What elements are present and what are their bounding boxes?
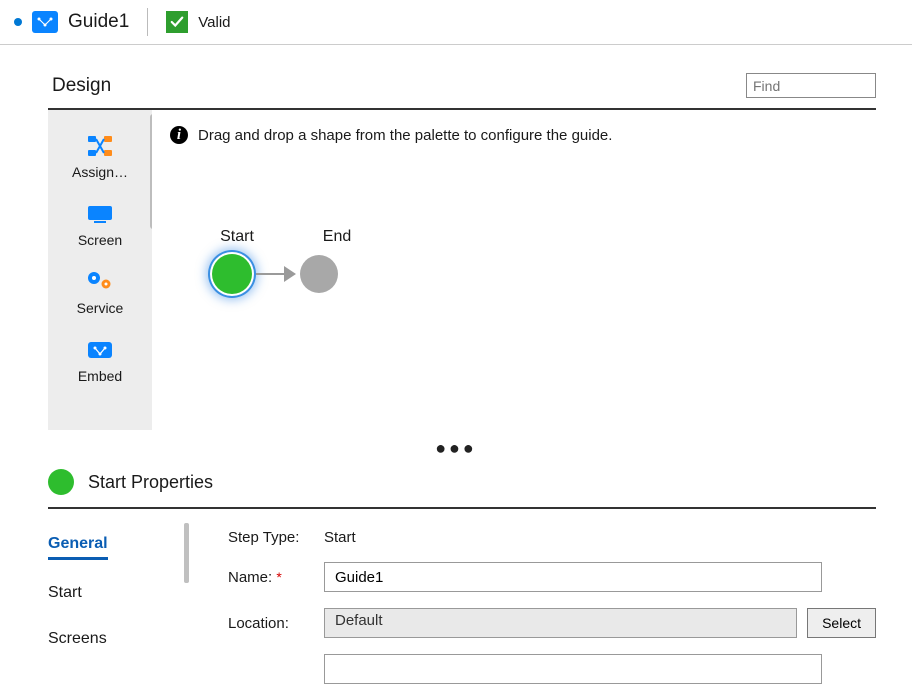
tab-screens[interactable]: Screens <box>48 630 188 652</box>
design-canvas[interactable]: i Drag and drop a shape from the palette… <box>152 110 876 430</box>
tab-start[interactable]: Start <box>48 584 188 606</box>
select-location-button[interactable]: Select <box>807 608 876 638</box>
palette-item-service[interactable]: Service <box>48 258 152 326</box>
flow-diagram: Start End <box>212 228 362 294</box>
palette-label: Assign… <box>72 164 128 180</box>
design-panel: Design Assign… <box>28 73 896 430</box>
header: Guide1 Valid <box>0 0 912 45</box>
start-node[interactable] <box>212 254 252 294</box>
step-type-label: Step Type: <box>228 529 314 546</box>
assign-icon <box>85 134 115 158</box>
valid-check-icon <box>166 11 188 33</box>
palette-label: Embed <box>78 368 122 384</box>
design-title: Design <box>48 75 111 97</box>
page-title: Guide1 <box>68 11 129 33</box>
location-display: Default <box>324 608 797 638</box>
unsaved-indicator-dot <box>14 18 22 26</box>
tabs-scrollbar[interactable] <box>184 523 189 583</box>
properties-tabs: General Start Screens <box>48 523 188 684</box>
tab-general[interactable]: General <box>48 535 108 560</box>
palette-item-assign[interactable]: Assign… <box>48 122 152 190</box>
service-icon <box>85 270 115 294</box>
name-label: Name: * <box>228 569 314 586</box>
info-icon: i <box>170 126 188 144</box>
location-label: Location: <box>228 615 314 632</box>
properties-panel: Start Properties General Start Screens S… <box>28 463 896 684</box>
palette: Assign… Screen Service <box>48 110 152 430</box>
palette-item-screen[interactable]: Screen <box>48 190 152 258</box>
embed-icon <box>85 338 115 362</box>
end-label: End <box>312 228 362 246</box>
guide-icon <box>32 11 58 33</box>
end-node[interactable] <box>300 255 338 293</box>
panel-drag-handle[interactable]: ●●● <box>0 434 912 463</box>
find-input[interactable] <box>746 73 876 98</box>
properties-title: Start Properties <box>88 472 213 493</box>
divider <box>147 8 148 36</box>
valid-label: Valid <box>198 14 230 31</box>
canvas-hint: Drag and drop a shape from the palette t… <box>198 127 612 144</box>
flow-arrow-icon <box>256 272 296 276</box>
palette-label: Service <box>77 300 124 316</box>
start-label: Start <box>212 228 262 246</box>
screen-icon <box>85 202 115 226</box>
properties-form: Step Type: Start Name: * Location: Defau… <box>188 523 876 684</box>
step-type-value: Start <box>324 529 356 546</box>
required-icon: * <box>276 569 281 585</box>
palette-item-embed[interactable]: Embed <box>48 326 152 384</box>
name-input[interactable] <box>324 562 822 592</box>
extra-input[interactable] <box>324 654 822 684</box>
palette-label: Screen <box>78 232 122 248</box>
start-step-icon <box>48 469 74 495</box>
